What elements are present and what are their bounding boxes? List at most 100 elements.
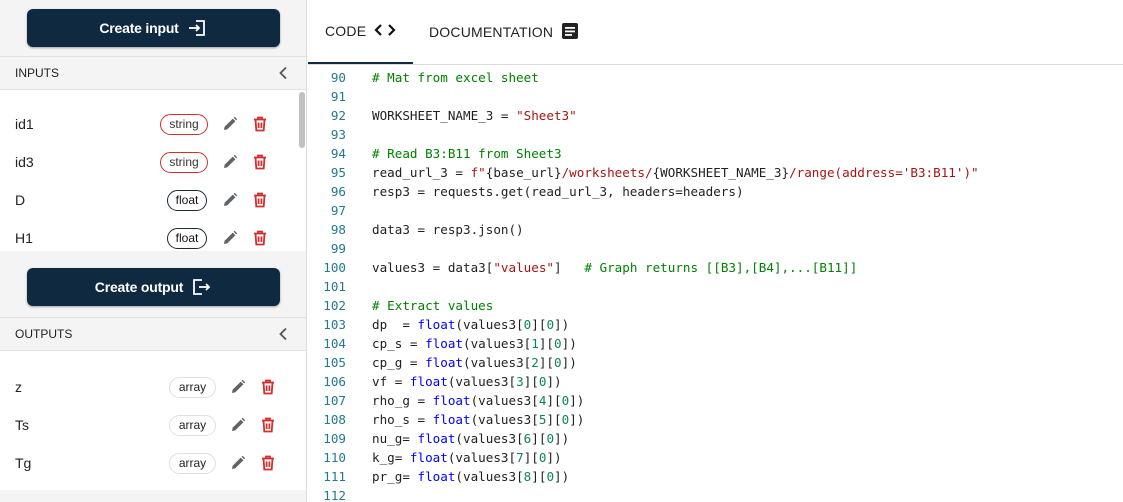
- input-name: H1: [15, 230, 33, 246]
- delete-trash-icon[interactable]: [251, 191, 269, 209]
- input-row[interactable]: H1 float: [0, 219, 298, 251]
- tab-documentation[interactable]: DOCUMENTATION: [429, 0, 579, 64]
- code-brackets-icon: [374, 23, 396, 40]
- delete-trash-icon[interactable]: [259, 416, 277, 434]
- create-input-area: Create input: [0, 0, 306, 56]
- code-token: float: [432, 412, 471, 427]
- code-token: float: [432, 393, 471, 408]
- code-line: 92 WORKSHEET_NAME_3 = "Sheet3": [308, 106, 577, 125]
- code-token: {WORKSHEET_NAME_3}: [652, 165, 790, 180]
- code-text: nu_g= float(values3[6][0]): [372, 431, 569, 446]
- output-name: Tg: [15, 455, 32, 471]
- delete-trash-icon[interactable]: [259, 454, 277, 472]
- code-token: (values3[: [455, 469, 524, 484]
- code-line: 109 nu_g= float(values3[6][0]): [308, 429, 569, 448]
- input-row[interactable]: Dfloat: [0, 181, 298, 219]
- input-type-badge: float: [167, 189, 207, 211]
- collapse-inputs-chevron-left-icon[interactable]: [275, 65, 291, 81]
- edit-pencil-icon[interactable]: [229, 454, 247, 472]
- code-line: 102 # Extract values: [308, 296, 493, 315]
- code-token: pr_g=: [372, 469, 418, 484]
- create-input-button[interactable]: Create input: [26, 9, 280, 47]
- output-type-badge: array: [169, 376, 216, 398]
- code-text: # Mat from excel sheet: [372, 70, 539, 85]
- code-token: "Sheet3": [516, 108, 577, 123]
- edit-pencil-icon[interactable]: [221, 191, 239, 209]
- code-text: pr_g= float(values3[8][0]): [372, 469, 569, 484]
- tab-documentation-label: DOCUMENTATION: [429, 24, 554, 40]
- line-number: 110: [323, 450, 346, 465]
- tab-code-label: CODE: [325, 23, 367, 39]
- edit-pencil-icon[interactable]: [221, 115, 239, 133]
- code-token: /range(address='B3:B11')": [789, 165, 979, 180]
- code-line: 101: [308, 277, 346, 296]
- line-number: 94: [330, 146, 346, 161]
- code-token: 7: [516, 450, 524, 465]
- code-token: 3: [516, 374, 524, 389]
- code-token: ]): [546, 374, 562, 389]
- code-text: # Read B3:B11 from Sheet3: [372, 146, 562, 161]
- tab-code[interactable]: CODE: [308, 0, 414, 64]
- create-output-button[interactable]: Create output: [26, 268, 280, 306]
- line-number: 99: [330, 241, 346, 256]
- delete-trash-icon[interactable]: [259, 378, 277, 396]
- code-line: 112: [308, 486, 346, 502]
- code-token: ][: [523, 374, 539, 389]
- output-row[interactable]: Tg array: [0, 444, 298, 482]
- code-token: ][: [538, 336, 555, 351]
- edit-pencil-icon[interactable]: [221, 153, 239, 171]
- delete-trash-icon[interactable]: [251, 115, 269, 133]
- login-icon: [187, 19, 207, 37]
- input-type-badge: string: [160, 151, 208, 173]
- create-output-area: Create output: [0, 257, 306, 317]
- code-line: 95 read_url_3 = f"{base_url}/worksheets/{…: [308, 163, 979, 182]
- line-number: 107: [323, 393, 346, 408]
- line-number: 111: [323, 469, 346, 484]
- code-token: # Read B3:B11 from Sheet3: [372, 146, 562, 161]
- inputs-scrollbar-thumb[interactable]: [299, 92, 305, 148]
- code-token: (values3[: [447, 374, 517, 389]
- inputs-scrollbar[interactable]: [297, 90, 306, 251]
- delete-trash-icon[interactable]: [251, 229, 269, 247]
- output-row[interactable]: z array: [0, 368, 298, 406]
- sidebar: Create input INPUTS id1 string id3 string Df…: [0, 0, 307, 502]
- outputs-title: OUTPUTS: [15, 327, 73, 341]
- tab-bar: CODE DOCUMENTATION: [308, 0, 1123, 65]
- input-type-badge: float: [167, 227, 207, 249]
- line-number: 97: [330, 203, 346, 218]
- collapse-outputs-chevron-left-icon[interactable]: [275, 326, 291, 342]
- input-row[interactable]: id1 string: [0, 105, 298, 143]
- code-token: 0: [554, 355, 562, 370]
- code-token: f": [470, 165, 486, 180]
- delete-trash-icon[interactable]: [251, 153, 269, 171]
- code-editor[interactable]: 90 # Mat from excel sheet 91 92 WORKSHEET_NA…: [308, 65, 1123, 502]
- code-token: rho_g =: [372, 393, 433, 408]
- code-text: rho_s = float(values3[5][0]): [372, 412, 584, 427]
- code-token: float: [417, 431, 456, 446]
- output-name: Ts: [15, 417, 29, 433]
- input-row[interactable]: id3 string: [0, 143, 298, 181]
- edit-pencil-icon[interactable]: [221, 229, 239, 247]
- code-token: data3 = resp3.json(): [372, 222, 524, 237]
- code-line: 90 # Mat from excel sheet: [308, 68, 539, 87]
- code-text: resp3 = requests.get(read_url_3, headers…: [372, 184, 744, 199]
- code-token: ][: [531, 317, 547, 332]
- edit-pencil-icon[interactable]: [229, 378, 247, 396]
- code-token: (values3[: [455, 317, 524, 332]
- line-number: 95: [330, 165, 346, 180]
- code-line: 108 rho_s = float(values3[5][0]): [308, 410, 584, 429]
- code-token: float: [409, 374, 448, 389]
- code-token: nu_g=: [372, 431, 418, 446]
- code-token: (values3[: [470, 412, 539, 427]
- outputs-list: z array Ts array Tg array: [0, 351, 306, 490]
- code-line: 91: [308, 87, 346, 106]
- code-token: ]): [561, 355, 577, 370]
- code-text: values3 = data3["values"] # Graph return…: [372, 260, 857, 275]
- output-row[interactable]: Ts array: [0, 406, 298, 444]
- code-text: data3 = resp3.json(): [372, 222, 524, 237]
- edit-pencil-icon[interactable]: [229, 416, 247, 434]
- code-token: WORKSHEET_NAME_3 =: [372, 108, 517, 123]
- logout-icon: [191, 278, 211, 296]
- code-token: # Mat from excel sheet: [372, 70, 539, 85]
- code-token: ]): [569, 393, 585, 408]
